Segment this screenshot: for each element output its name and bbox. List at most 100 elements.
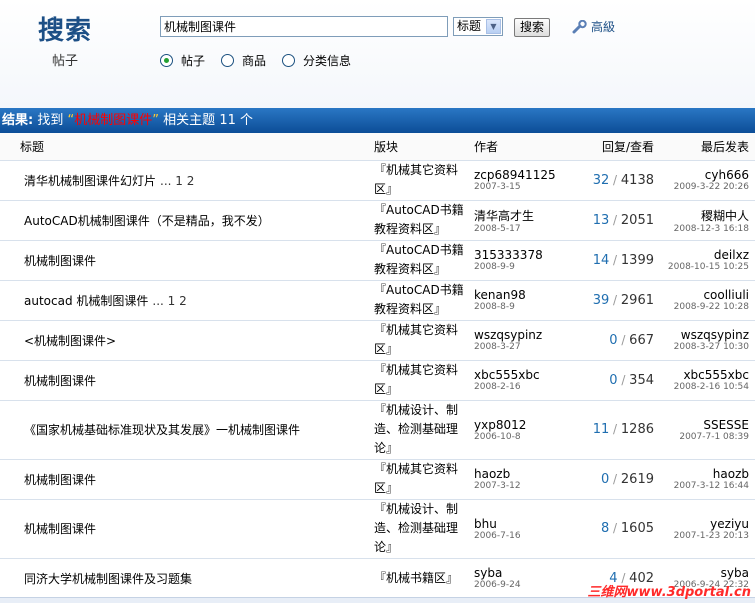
reply-count: 32	[592, 172, 610, 188]
reply-view-sep: /	[617, 332, 630, 347]
radio-classified[interactable]: 分类信息	[282, 52, 351, 69]
author-link[interactable]: kenan98	[474, 288, 566, 302]
table-row: <机械制图课件> 『机械其它资料区』 wszqsypinz 2008-3-27 0 / …	[0, 319, 755, 360]
result-count: 11 个	[219, 113, 253, 128]
chevron-down-icon[interactable]: ▼	[486, 19, 501, 34]
row-title-cell: 同济大学机械制图课件及习题集	[0, 557, 370, 598]
radio-posts[interactable]: 帖子	[160, 52, 205, 69]
author-link[interactable]: wszqsypinz	[474, 328, 566, 342]
search-logo: 搜索	[38, 16, 93, 46]
last-post-date[interactable]: 2008-10-15 10:25	[662, 262, 749, 272]
thread-title-link[interactable]: 机械制图课件	[24, 522, 96, 536]
col-replies: 回复/查看	[570, 133, 658, 160]
wrench-icon	[572, 19, 587, 33]
col-last-post: 最后发表	[658, 133, 755, 160]
table-row: 机械制图课件 『机械其它资料区』 xbc555xbc 2008-2-16 0 / 354…	[0, 359, 755, 400]
last-post-date[interactable]: 2008-3-27 10:30	[662, 342, 749, 352]
author-link[interactable]: haozb	[474, 467, 566, 481]
forum-link[interactable]: 『机械其它资料区』	[370, 159, 470, 200]
forum-link[interactable]: 『AutoCAD书籍教程资料区』	[370, 199, 470, 240]
row-author-cell: 315333378 2008-9-9	[470, 239, 570, 280]
thread-title-link[interactable]: 机械制图课件	[24, 254, 96, 268]
author-link[interactable]: yxp8012	[474, 418, 566, 432]
row-author-cell: 清华高才生 2008-5-17	[470, 199, 570, 240]
author-date: 2008-9-9	[474, 262, 515, 272]
radio-posts-dot[interactable]	[160, 54, 173, 67]
author-link[interactable]: zcp68941125	[474, 168, 566, 182]
forum-link[interactable]: 『机械设计、制造、检测基础理论』	[370, 498, 470, 558]
radio-classified-label: 分类信息	[303, 54, 352, 68]
search-type-label: 帖子	[52, 54, 79, 69]
forum-link[interactable]: 『AutoCAD书籍教程资料区』	[370, 279, 470, 320]
forum-link[interactable]: 『机械其它资料区』	[370, 319, 470, 360]
view-count: 667	[629, 332, 654, 348]
view-count: 1286	[620, 422, 654, 437]
row-replies-cell: 0 / 2619	[570, 458, 658, 499]
view-count: 4138	[620, 172, 654, 188]
last-poster-link[interactable]: wszqsypinz	[662, 328, 749, 342]
thread-title-link[interactable]: AutoCAD机械制图课件（不是精品，我不发）	[24, 214, 270, 228]
row-replies-cell: 0 / 354	[570, 359, 658, 400]
thread-title-link[interactable]: 机械制图课件	[24, 374, 96, 388]
col-title: 标题	[0, 133, 370, 160]
thread-pages[interactable]: ... 1 2	[160, 174, 194, 188]
forum-link[interactable]: 『机械其它资料区』	[370, 359, 470, 400]
author-link[interactable]: 清华高才生	[474, 207, 566, 224]
radio-goods[interactable]: 商品	[221, 52, 266, 69]
thread-title-link[interactable]: 机械制图课件	[24, 473, 96, 487]
reply-count: 11	[592, 422, 610, 437]
advanced-search-link[interactable]: 高級	[572, 18, 615, 35]
last-post-date[interactable]: 2008-9-22 10:28	[662, 302, 749, 312]
author-date: 2008-3-27	[474, 342, 521, 352]
last-poster-link[interactable]: haozb	[662, 467, 749, 481]
row-last-cell: wszqsypinz 2008-3-27 10:30	[658, 319, 755, 360]
radio-classified-dot[interactable]	[282, 54, 296, 67]
author-date: 2006-7-16	[474, 530, 521, 541]
last-poster-link[interactable]: cyh666	[662, 168, 749, 182]
last-poster-link[interactable]: deilxz	[662, 248, 749, 262]
search-button[interactable]: 搜索	[514, 18, 550, 37]
last-post-date[interactable]: 2007-1-23 20:13	[662, 531, 749, 541]
view-count: 2051	[620, 212, 654, 228]
author-link[interactable]: 315333378	[474, 248, 566, 262]
forum-link[interactable]: 『机械其它资料区』	[370, 458, 470, 499]
last-post-date[interactable]: 2007-3-12 16:44	[662, 481, 749, 491]
view-count: 2961	[620, 292, 654, 308]
last-poster-link[interactable]: yeziyu	[662, 517, 749, 531]
last-poster-link[interactable]: coolliuli	[662, 288, 749, 302]
thread-pages[interactable]: ... 1 2	[152, 294, 186, 308]
last-poster-link[interactable]: SSESSE	[662, 418, 749, 432]
radio-goods-dot[interactable]	[221, 54, 235, 67]
thread-title-link[interactable]: <机械制图课件>	[24, 334, 116, 348]
author-date: 2008-5-17	[474, 223, 521, 234]
table-row: AutoCAD机械制图课件（不是精品，我不发） 『AutoCAD书籍教程资料区』清…	[0, 199, 755, 240]
last-poster-link[interactable]: syba	[662, 566, 749, 580]
reply-view-sep: /	[609, 172, 621, 187]
thread-title-link[interactable]: 同济大学机械制图课件及习题集	[24, 572, 192, 586]
author-link[interactable]: syba	[474, 566, 566, 580]
last-poster-link[interactable]: xbc555xbc	[662, 368, 749, 382]
row-last-cell: haozb 2007-3-12 16:44	[658, 458, 755, 499]
thread-title-link[interactable]: autocad 机械制图课件	[24, 294, 148, 308]
search-input[interactable]	[160, 16, 448, 37]
row-title-cell: 机械制图课件	[0, 458, 370, 499]
forum-link[interactable]: 『机械设计、制造、检测基础理论』	[370, 399, 470, 459]
reply-view-sep: /	[609, 422, 621, 436]
last-post-date[interactable]: 2007-7-1 08:39	[662, 432, 749, 442]
last-post-date[interactable]: 2008-12-3 16:18	[662, 224, 749, 234]
row-title-cell: 《国家机械基础标准现状及其发展》一机械制图课件	[0, 399, 370, 459]
thread-title-link[interactable]: 《国家机械基础标准现状及其发展》一机械制图课件	[24, 423, 300, 437]
reply-view-sep: /	[609, 471, 621, 486]
forum-link[interactable]: 『AutoCAD书籍教程资料区』	[370, 239, 470, 280]
last-poster-link[interactable]: 稷糊中人	[662, 207, 749, 224]
author-link[interactable]: bhu	[474, 517, 566, 531]
author-link[interactable]: xbc555xbc	[474, 368, 566, 382]
table-row: 机械制图课件 『机械设计、制造、检测基础理论』 bhu 2006-7-16 8 / 16…	[0, 498, 755, 558]
thread-title-link[interactable]: 清华机械制图课件幻灯片	[24, 174, 156, 188]
forum-link[interactable]: 『机械书籍区』	[370, 557, 470, 598]
search-scope-select[interactable]: 标题 ▼	[453, 17, 503, 36]
last-post-date[interactable]: 2009-3-22 20:26	[662, 182, 749, 192]
table-row: 《国家机械基础标准现状及其发展》一机械制图课件 『机械设计、制造、检测基础理论』 y…	[0, 399, 755, 459]
last-post-date[interactable]: 2008-2-16 10:54	[662, 382, 749, 392]
radio-goods-label: 商品	[242, 54, 267, 68]
